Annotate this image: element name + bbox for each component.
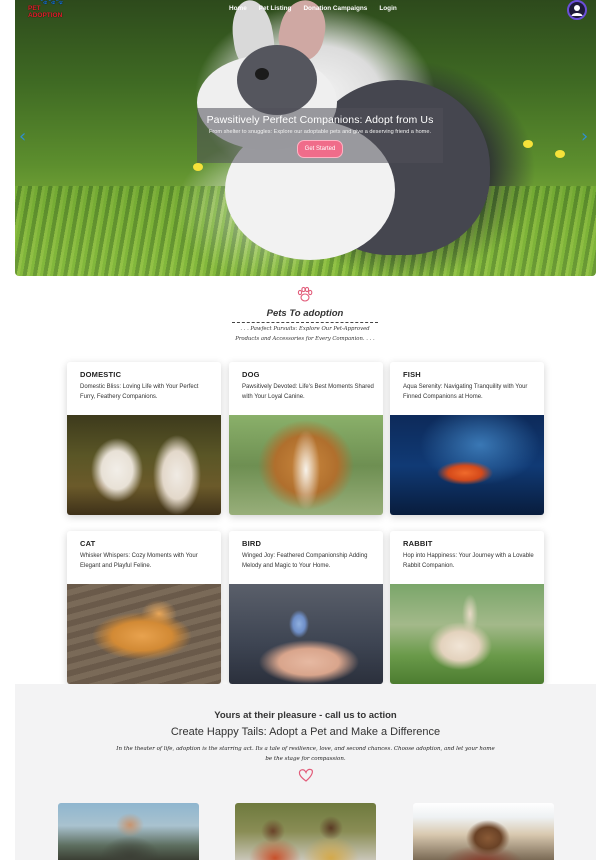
chevron-right-icon[interactable]: › xyxy=(581,126,588,147)
rabbit-patch xyxy=(237,45,317,115)
card-title: DOG xyxy=(242,370,260,379)
nav-link-pet-listing[interactable]: Pet Listing xyxy=(259,5,292,12)
card-title: DOMESTIC xyxy=(80,370,122,379)
hero-title: Pawsitively Perfect Companions: Adopt fr… xyxy=(206,114,434,126)
nav-link-login[interactable]: Login xyxy=(379,5,396,12)
hero-carousel: ‹ › Pawsitively Perfect Companions: Adop… xyxy=(15,0,596,276)
card-title: CAT xyxy=(80,539,96,548)
flower xyxy=(555,150,565,158)
card-description: Hop into Happiness: Your Journey with a … xyxy=(403,553,534,569)
section-subtitle-line: . . . Pawfect Pursuits: Explore Our Pet-… xyxy=(240,326,370,332)
category-card-dog[interactable]: DOG Pawsitively Devoted: Life's Best Mom… xyxy=(229,362,383,515)
site-logo[interactable]: 🐾🐾🐾 PET ADOPTION xyxy=(28,0,74,19)
card-title: BIRD xyxy=(242,539,262,548)
hero-caption: Pawsitively Perfect Companions: Adopt fr… xyxy=(197,108,443,163)
cta-heading: Yours at their pleasure - call us to act… xyxy=(214,710,397,721)
card-description: Domestic Bliss: Loving Life with Your Pe… xyxy=(80,384,199,400)
adopter-photo-man-with-dog xyxy=(58,803,199,860)
fish-image xyxy=(390,415,544,515)
dog-image xyxy=(229,415,383,515)
card-title: FISH xyxy=(403,370,421,379)
card-description: Aqua Serenity: Navigating Tranquility wi… xyxy=(403,384,528,400)
cat-image xyxy=(67,584,221,684)
category-card-fish[interactable]: FISH Aqua Serenity: Navigating Tranquili… xyxy=(390,362,544,515)
rabbit-eye xyxy=(255,68,269,80)
adopter-photo-couple-with-dog xyxy=(235,803,376,860)
category-card-cat[interactable]: CAT Whisker Whispers: Cozy Moments with … xyxy=(67,531,221,684)
adoption-cta-section: Yours at their pleasure - call us to act… xyxy=(15,684,596,860)
category-card-domestic[interactable]: DOMESTIC Domestic Bliss: Loving Life wit… xyxy=(67,362,221,515)
category-card-bird[interactable]: BIRD Winged Joy: Feathered Companionship… xyxy=(229,531,383,684)
heart-icon xyxy=(298,768,313,782)
nav-link-home[interactable]: Home xyxy=(229,5,247,12)
flower xyxy=(193,163,203,171)
card-description: Whisker Whispers: Cozy Moments with Your… xyxy=(80,553,198,569)
card-description: Pawsitively Devoted: Life's Best Moments… xyxy=(242,384,374,400)
section-subtitle: . . . Pawfect Pursuits: Explore Our Pet-… xyxy=(0,325,610,344)
adopter-photo-person-with-pet xyxy=(413,803,554,860)
user-avatar-icon[interactable] xyxy=(567,0,587,20)
cta-title: Create Happy Tails: Adopt a Pet and Make… xyxy=(170,726,441,738)
hero-subtitle: From shelter to snuggles: Explore our ad… xyxy=(208,129,431,135)
top-navbar: 🐾🐾🐾 PET ADOPTION Home Pet Listing Donati… xyxy=(0,0,610,20)
card-title: RABBIT xyxy=(403,539,433,548)
paw-icon xyxy=(297,286,313,302)
logo-text: PET ADOPTION xyxy=(28,5,63,19)
section-title: Pets To adoption xyxy=(232,308,378,323)
nav-links: Home Pet Listing Donation Campaigns Logi… xyxy=(229,5,397,12)
bird-image xyxy=(229,584,383,684)
cta-text: In the theater of life, adoption is the … xyxy=(116,746,495,762)
pets-section-header: Pets To adoption . . . Pawfect Pursuits:… xyxy=(0,286,610,344)
chevron-left-icon[interactable]: ‹ xyxy=(19,126,26,147)
flower xyxy=(523,140,533,148)
rabbit-image xyxy=(390,584,544,684)
section-subtitle-line: Products and Accessories for Every Compa… xyxy=(235,335,375,342)
category-card-rabbit[interactable]: RABBIT Hop into Happiness: Your Journey … xyxy=(390,531,544,684)
nav-link-donation-campaigns[interactable]: Donation Campaigns xyxy=(303,5,367,12)
get-started-button[interactable]: Get Started xyxy=(296,140,344,158)
goat-image xyxy=(67,415,221,515)
card-description: Winged Joy: Feathered Companionship Addi… xyxy=(242,553,368,569)
